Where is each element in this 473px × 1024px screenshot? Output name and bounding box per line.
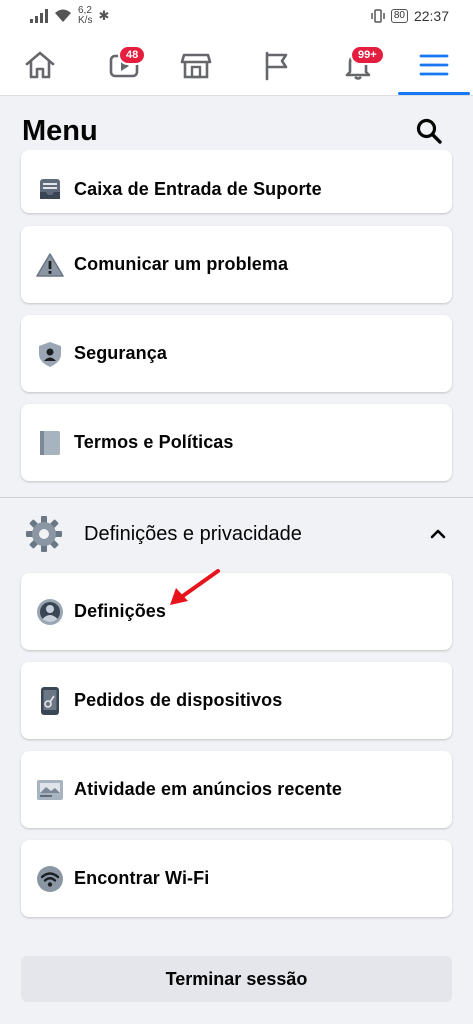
menu-item-security[interactable]: Segurança [21, 315, 452, 392]
gear-icon [24, 514, 64, 554]
menu-item-label: Termos e Políticas [74, 432, 234, 452]
bluetooth-icon: ✱ [98, 8, 110, 23]
flag-icon [265, 51, 288, 81]
menu-header-overlay: Menu [0, 97, 473, 150]
menu-item-label: Segurança [74, 343, 167, 363]
logout-button[interactable]: Terminar sessão [21, 956, 452, 1002]
nav-home-tab[interactable] [10, 40, 70, 90]
menu-item-device-requests[interactable]: Pedidos de dispositivos [21, 662, 452, 739]
menu-item-label: Definições [74, 601, 167, 621]
phone-key-icon [35, 686, 65, 716]
menu-item-support-inbox[interactable]: Caixa de Entrada de Suporte [21, 150, 452, 213]
wifi-icon [35, 864, 65, 894]
ads-activity-icon [35, 775, 65, 805]
search-icon [416, 118, 442, 144]
inbox-icon [35, 174, 65, 204]
menu-item-terms-policies[interactable]: Termos e Políticas [21, 404, 452, 481]
nav-marketplace-tab[interactable] [166, 40, 226, 90]
red-arrow-annotation [170, 569, 220, 605]
vibrate-icon [371, 9, 385, 23]
menu-item-label: Atividade em anúncios recente [74, 779, 342, 799]
chevron-up-icon [430, 529, 446, 539]
menu-item-label: Caixa de Entrada de Suporte [74, 178, 322, 199]
speed-unit: K/s [78, 15, 93, 26]
watch-badge: 48 [118, 45, 147, 65]
nav-watch-tab[interactable]: 48 [94, 40, 154, 90]
store-icon [180, 53, 212, 79]
status-right: 80 22:37 [371, 8, 449, 24]
warning-icon [35, 250, 65, 280]
nav-notifications-tab[interactable]: 99+ [328, 40, 388, 90]
status-left: 6,2 K/s ✱ [30, 6, 109, 26]
menu-item-settings[interactable]: Definições [21, 573, 452, 650]
battery-indicator: 80 [390, 9, 408, 23]
page-title-overlay: Menu [22, 115, 98, 147]
settings-privacy-header[interactable]: Definições e privacidade [0, 505, 473, 563]
top-navigation: 48 99+ [0, 34, 473, 96]
menu-item-label: Comunicar um problema [74, 254, 289, 274]
notifications-badge: 99+ [350, 45, 385, 65]
shield-icon [35, 339, 65, 369]
menu-item-recent-ad-activity[interactable]: Atividade em anúncios recente [21, 751, 452, 828]
network-speed: 6,2 K/s [78, 6, 92, 26]
clock: 22:37 [413, 8, 449, 24]
search-button-overlay[interactable] [411, 113, 447, 149]
menu-item-find-wifi[interactable]: Encontrar Wi-Fi [21, 840, 452, 917]
nav-pages-tab[interactable] [246, 40, 306, 90]
home-icon [25, 51, 55, 79]
menu-item-label: Pedidos de dispositivos [74, 690, 283, 710]
cell-signal-icon [30, 9, 48, 23]
nav-menu-tab[interactable] [404, 40, 464, 90]
section-title: Definições e privacidade [84, 522, 302, 545]
user-circle-icon [35, 597, 65, 627]
menu-item-report-problem[interactable]: Comunicar um problema [21, 226, 452, 303]
status-bar: 6,2 K/s ✱ 80 22:37 [0, 0, 473, 34]
book-icon [35, 428, 65, 458]
menu-item-label: Encontrar Wi-Fi [74, 868, 210, 888]
wifi-status-icon [55, 9, 71, 22]
hamburger-menu-icon [419, 54, 449, 76]
section-divider [0, 497, 473, 498]
active-tab-indicator [398, 92, 470, 95]
